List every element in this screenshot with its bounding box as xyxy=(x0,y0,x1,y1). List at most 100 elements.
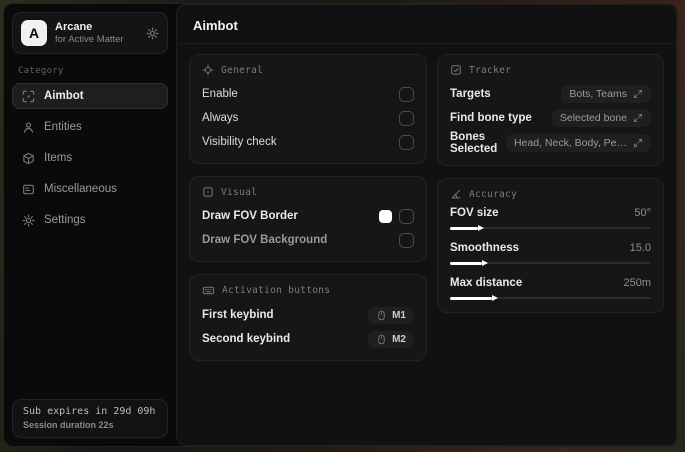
setting-label: Draw FOV Background xyxy=(202,234,328,246)
app-subtitle: for Active Matter xyxy=(55,34,124,45)
mouse-icon xyxy=(376,334,387,345)
gear-icon[interactable] xyxy=(146,27,159,40)
accuracy-card-header: Accuracy xyxy=(450,188,651,200)
setting-label: Bones Selected xyxy=(450,131,498,155)
section-title: General xyxy=(221,64,264,76)
app-names: Arcane for Active Matter xyxy=(55,21,124,45)
sidebar-item-label: Miscellaneous xyxy=(44,183,117,195)
sidebar-item-miscellaneous[interactable]: Miscellaneous xyxy=(12,176,168,202)
section-title: Accuracy xyxy=(469,188,518,200)
frame-icon xyxy=(202,186,214,198)
visibility-check-checkbox[interactable] xyxy=(399,134,414,150)
category-label: Category xyxy=(18,66,64,76)
setting-label: Smoothness xyxy=(450,242,520,254)
gear-icon xyxy=(22,214,35,227)
sidebar-item-settings[interactable]: Settings xyxy=(12,207,168,233)
targets-dropdown[interactable]: Bots, Teams xyxy=(561,85,651,103)
bones-selected-dropdown[interactable]: Head, Neck, Body, Pe… xyxy=(505,134,651,152)
setting-row-second-keybind: Second keybind M2 xyxy=(202,328,414,350)
general-card-header: General xyxy=(202,64,414,76)
keybind-value: M2 xyxy=(392,333,406,345)
sidebar-item-label: Aimbot xyxy=(44,90,84,102)
sidebar-item-label: Items xyxy=(44,152,73,164)
cube-icon xyxy=(22,152,35,165)
slider-value: 250m xyxy=(623,277,651,289)
setting-row-fov-background: Draw FOV Background xyxy=(202,229,414,251)
main-panel: Aimbot General Enable Always Visibility … xyxy=(176,4,677,446)
slider-value: 15.0 xyxy=(629,242,651,254)
setting-row-first-keybind: First keybind M1 xyxy=(202,304,414,326)
left-column: General Enable Always Visibility check V… xyxy=(189,54,427,373)
sidebar-item-items[interactable]: Items xyxy=(12,145,168,171)
expand-icon xyxy=(633,113,643,123)
app-logo: A xyxy=(21,20,47,46)
first-keybind-button[interactable]: M1 xyxy=(368,306,414,324)
app-window: A Arcane for Active Matter Category Aimb xyxy=(3,3,678,447)
section-title: Tracker xyxy=(469,64,512,76)
accuracy-card: Accuracy FOV size 50° Smoothness 15.0 Ma… xyxy=(437,178,664,313)
expand-icon xyxy=(633,89,643,99)
keybind-value: M1 xyxy=(392,309,406,321)
always-checkbox[interactable] xyxy=(399,110,414,126)
setting-label: Visibility check xyxy=(202,136,277,148)
setting-row-visibility-check: Visibility check xyxy=(202,131,414,153)
setting-row-fov-border: Draw FOV Border xyxy=(202,205,414,227)
expand-icon xyxy=(633,138,643,148)
fov-border-checkbox[interactable] xyxy=(399,208,414,224)
fov-size-slider-group: FOV size 50° xyxy=(450,207,651,231)
smoothness-slider-group: Smoothness 15.0 xyxy=(450,242,651,266)
fov-border-color-swatch[interactable] xyxy=(379,209,392,223)
setting-label: Targets xyxy=(450,88,491,100)
keyboard-icon xyxy=(202,284,215,297)
max-distance-slider[interactable] xyxy=(450,294,651,301)
tracker-card: Tracker Targets Bots, Teams Find bone ty… xyxy=(437,54,664,166)
tracker-card-header: Tracker xyxy=(450,64,651,76)
fov-background-checkbox[interactable] xyxy=(399,232,414,248)
person-icon xyxy=(22,121,35,134)
setting-label: First keybind xyxy=(202,309,274,321)
max-distance-slider-group: Max distance 250m xyxy=(450,277,651,301)
target-box-icon xyxy=(450,64,462,76)
crosshair-icon xyxy=(202,64,214,76)
slider-fill xyxy=(450,259,489,266)
setting-label: FOV size xyxy=(450,207,499,219)
mouse-icon xyxy=(376,310,387,321)
setting-row-always: Always xyxy=(202,107,414,129)
sidebar-item-label: Entities xyxy=(44,121,82,133)
list-icon xyxy=(22,183,35,196)
setting-row-enable: Enable xyxy=(202,83,414,105)
visual-card-header: Visual xyxy=(202,186,414,198)
setting-row-bones-selected: Bones Selected Head, Neck, Body, Pe… xyxy=(450,131,651,155)
dropdown-value: Head, Neck, Body, Pe… xyxy=(513,137,627,149)
setting-label: Second keybind xyxy=(202,333,291,345)
enable-checkbox[interactable] xyxy=(399,86,414,102)
slider-fill xyxy=(450,294,499,301)
activation-card-header: Activation buttons xyxy=(202,284,414,297)
setting-label: Draw FOV Border xyxy=(202,210,298,222)
app-header-card: A Arcane for Active Matter xyxy=(12,12,168,54)
app-name: Arcane xyxy=(55,21,93,33)
second-keybind-button[interactable]: M2 xyxy=(368,330,414,348)
subscription-info-card: Sub expires in 29d 09h Session duration … xyxy=(12,399,168,438)
slider-fill xyxy=(450,224,485,231)
sidebar: A Arcane for Active Matter Category Aimb xyxy=(4,4,176,446)
sidebar-item-aimbot[interactable]: Aimbot xyxy=(12,83,168,109)
smoothness-slider[interactable] xyxy=(450,259,651,266)
setting-row-targets: Targets Bots, Teams xyxy=(450,83,651,105)
activation-buttons-card: Activation buttons First keybind M1 Seco… xyxy=(189,274,427,361)
setting-row-find-bone-type: Find bone type Selected bone xyxy=(450,107,651,129)
content-area: General Enable Always Visibility check V… xyxy=(177,44,676,383)
fov-size-slider[interactable] xyxy=(450,224,651,231)
sidebar-item-entities[interactable]: Entities xyxy=(12,114,168,140)
section-title: Visual xyxy=(221,186,258,198)
section-title: Activation buttons xyxy=(222,285,331,296)
dropdown-value: Selected bone xyxy=(559,112,627,124)
page-title: Aimbot xyxy=(177,5,676,44)
general-card: General Enable Always Visibility check xyxy=(189,54,427,164)
sub-expiry-text: Sub expires in 29d 09h xyxy=(23,406,156,417)
session-duration-text: Session duration 22s xyxy=(23,420,114,430)
visual-card: Visual Draw FOV Border Draw FOV Backgrou… xyxy=(189,176,427,262)
find-bone-type-dropdown[interactable]: Selected bone xyxy=(551,109,651,127)
slider-value: 50° xyxy=(634,207,651,219)
setting-label: Max distance xyxy=(450,277,523,289)
